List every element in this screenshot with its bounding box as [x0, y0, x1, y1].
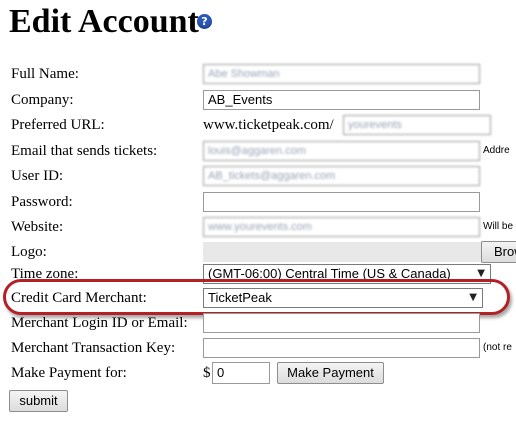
payment-amount-input[interactable]: 0: [212, 362, 270, 384]
make-payment-label: Make Payment for:: [11, 365, 127, 381]
submit-button[interactable]: submit: [9, 390, 68, 412]
email-note: Addre: [483, 145, 510, 156]
email-input[interactable]: louis@aggaren.com: [203, 141, 480, 161]
preferred-url-input[interactable]: yourevents: [343, 115, 491, 135]
email-label: Email that sends tickets:: [11, 143, 158, 159]
user-id-label: User ID:: [11, 168, 64, 184]
merchant-key-input[interactable]: [203, 338, 480, 358]
password-label: Password:: [11, 194, 73, 210]
merchant-key-label: Merchant Transaction Key:: [11, 340, 176, 356]
logo-file-path[interactable]: [203, 242, 482, 262]
highlight-ring: [3, 279, 510, 315]
merchant-key-note: (not re: [483, 342, 512, 353]
help-icon[interactable]: ?: [197, 14, 212, 29]
page-title: Edit Account: [9, 3, 199, 40]
company-label: Company:: [11, 92, 74, 108]
password-input[interactable]: [203, 192, 480, 212]
full-name-input[interactable]: Abe Showman: [203, 64, 480, 84]
merchant-login-label: Merchant Login ID or Email:: [11, 315, 188, 331]
website-note: Will be: [483, 221, 514, 232]
full-name-label: Full Name:: [11, 66, 79, 82]
merchant-login-input[interactable]: [203, 313, 480, 333]
website-label: Website:: [11, 219, 64, 235]
currency-symbol: $: [203, 365, 211, 381]
company-input[interactable]: AB_Events: [203, 90, 480, 110]
logo-label: Logo:: [11, 244, 47, 260]
make-payment-button[interactable]: Make Payment: [277, 362, 384, 384]
website-input[interactable]: www.yourevents.com: [203, 217, 480, 237]
browse-button[interactable]: Brow: [481, 241, 516, 263]
url-prefix: www.ticketpeak.com/: [203, 117, 334, 133]
preferred-url-label: Preferred URL:: [11, 117, 105, 133]
user-id-input[interactable]: AB_tickets@aggaren.com: [203, 166, 480, 186]
